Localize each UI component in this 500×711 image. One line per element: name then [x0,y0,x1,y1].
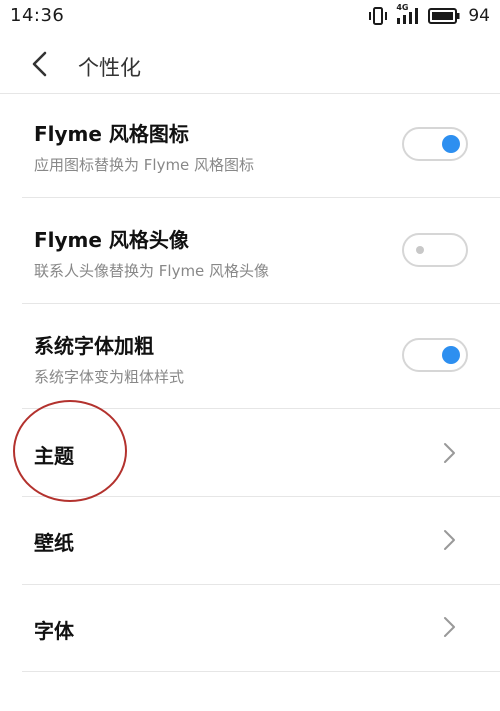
flyme-avatars-toggle[interactable] [402,233,468,267]
setting-title: Flyme 风格头像 [34,228,189,252]
back-button[interactable] [22,50,58,82]
nav-item-label: 字体 [34,619,74,643]
setting-subtitle: 联系人头像替换为 Flyme 风格头像 [34,262,270,280]
setting-subtitle: 应用图标替换为 Flyme 风格图标 [34,156,255,174]
nav-item-theme[interactable]: 主题 [0,409,500,497]
status-time: 14:36 [10,5,65,26]
chevron-right-icon [438,527,460,553]
setting-row-flyme-avatars[interactable]: Flyme 风格头像 联系人头像替换为 Flyme 风格头像 [0,198,500,304]
flyme-icons-toggle[interactable] [402,127,468,161]
header: 个性化 [0,38,500,94]
chevron-right-icon [438,614,460,640]
vibrate-icon [368,7,388,25]
battery-icon [428,7,460,25]
signal-icon: 4G [396,3,420,25]
nav-item-label: 壁纸 [34,531,74,555]
back-arrow-icon [30,50,50,82]
nav-item-font[interactable]: 字体 [0,585,500,672]
nav-item-label: 主题 [34,444,74,468]
setting-subtitle: 系统字体变为粗体样式 [34,368,185,386]
nav-item-wallpaper[interactable]: 壁纸 [0,497,500,585]
setting-row-flyme-icons[interactable]: Flyme 风格图标 应用图标替换为 Flyme 风格图标 [0,94,500,198]
setting-title: Flyme 风格图标 [34,122,189,146]
setting-row-bold-font[interactable]: 系统字体加粗 系统字体变为粗体样式 [0,304,500,409]
chevron-right-icon [438,440,460,466]
status-bar: 14:36 4G 94 [0,0,500,32]
bold-font-toggle[interactable] [402,338,468,372]
setting-title: 系统字体加粗 [34,334,154,358]
status-icons: 4G 94 [368,3,490,26]
battery-level: 94 [468,6,490,26]
page-title: 个性化 [78,56,141,80]
